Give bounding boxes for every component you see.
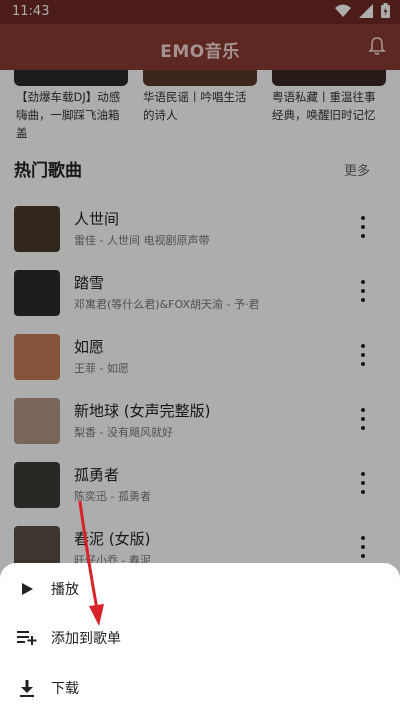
playlist-add-icon xyxy=(17,631,37,645)
sheet-item-add-to-playlist[interactable]: 添加到歌单 xyxy=(0,615,400,661)
sheet-item-download[interactable]: 下载 xyxy=(0,665,400,711)
sheet-item-label: 下载 xyxy=(51,681,79,697)
sheet-item-play[interactable]: 播放 xyxy=(0,566,400,612)
sheet-item-label: 播放 xyxy=(51,582,79,598)
sheet-item-label: 添加到歌单 xyxy=(51,631,121,647)
play-icon xyxy=(22,583,33,595)
bottom-sheet: 播放 添加到歌单 下载 xyxy=(0,563,400,712)
download-icon xyxy=(20,680,34,697)
